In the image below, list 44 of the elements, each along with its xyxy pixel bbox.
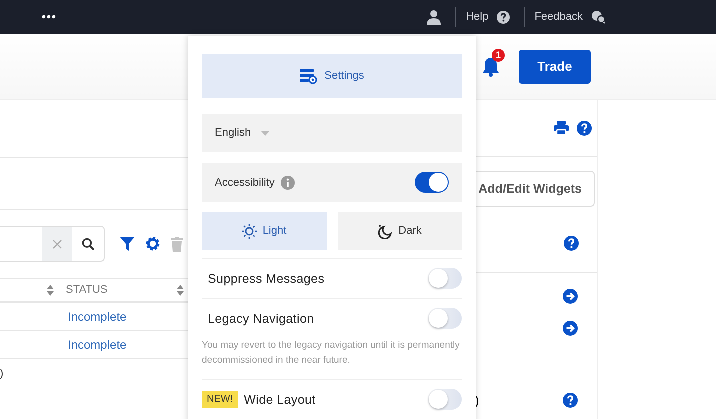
sort-icon[interactable] xyxy=(47,284,54,296)
arrow-right-icon[interactable] xyxy=(563,289,578,304)
settings-button[interactable]: Settings xyxy=(202,54,462,98)
column-header[interactable]: STATUS xyxy=(66,284,165,296)
notification-badge: 1 xyxy=(492,48,505,62)
bell-icon[interactable] xyxy=(482,56,500,76)
language-select[interactable]: English xyxy=(202,114,462,152)
user-icon[interactable] xyxy=(427,10,442,24)
accessibility-label: Accessibility xyxy=(215,176,275,188)
status-link[interactable]: Incomplete xyxy=(68,310,127,324)
search-field[interactable] xyxy=(0,226,105,262)
status-link[interactable]: Incomplete xyxy=(68,338,127,352)
help-icon[interactable] xyxy=(563,392,578,408)
accessibility-toggle[interactable] xyxy=(415,172,449,193)
feedback-icon[interactable] xyxy=(591,10,606,24)
filter-icon[interactable] xyxy=(120,237,135,251)
toggle-label: Suppress Messages xyxy=(208,272,325,286)
print-icon[interactable] xyxy=(554,121,569,135)
theme-button[interactable]: Dark xyxy=(338,212,462,250)
more-icon[interactable] xyxy=(42,15,56,19)
arrow-right-icon[interactable] xyxy=(563,321,578,336)
text-fragment: ) xyxy=(0,368,4,380)
help-icon[interactable] xyxy=(564,236,579,250)
new-badge: NEW! xyxy=(202,391,238,408)
theme-button[interactable]: Light xyxy=(202,212,326,250)
toggle-switch[interactable] xyxy=(428,268,462,289)
settings-list-icon xyxy=(300,68,317,84)
help-icon[interactable] xyxy=(577,120,592,136)
sun-icon xyxy=(242,224,257,238)
moon-icon xyxy=(378,224,393,238)
help-icon[interactable] xyxy=(496,10,510,24)
top-bar-link[interactable]: Feedback xyxy=(534,11,583,23)
trade-button[interactable]: Trade xyxy=(519,50,591,84)
top-bar-link[interactable]: Help xyxy=(466,11,489,23)
toggle-switch[interactable] xyxy=(428,389,462,410)
caret-icon xyxy=(261,130,270,136)
settings-icon[interactable] xyxy=(146,237,160,251)
toggle-label: Wide Layout xyxy=(244,392,316,406)
info-icon[interactable] xyxy=(280,176,295,190)
toggle-label: Legacy Navigation xyxy=(208,312,314,326)
toggle-switch[interactable] xyxy=(428,308,462,329)
toggle-note: You may revert to the legacy navigation until it is permanently decommissioned in the near future. xyxy=(202,339,461,368)
search-icon[interactable] xyxy=(82,238,94,250)
sort-icon[interactable] xyxy=(177,284,184,296)
